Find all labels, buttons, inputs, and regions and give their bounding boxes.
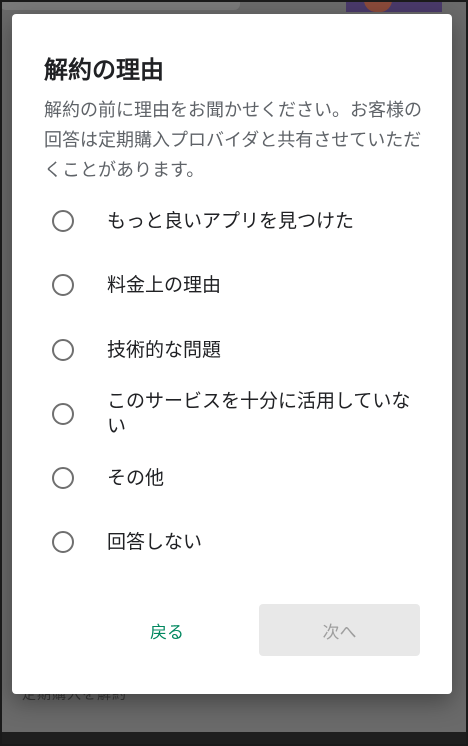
reason-option-label: 料金上の理由 <box>107 273 222 296</box>
radio-button-icon[interactable] <box>52 403 74 425</box>
reason-option-label: その他 <box>107 466 165 489</box>
cancellation-reason-dialog: 解約の理由 解約の前に理由をお聞かせください。お客様の回答は定期購入プロバイダと… <box>12 14 452 694</box>
navigation-bar <box>0 732 468 746</box>
radio-button-icon[interactable] <box>52 339 74 361</box>
radio-button-icon[interactable] <box>52 210 74 232</box>
background-card <box>0 0 240 10</box>
background-app-thumbnail <box>346 0 442 12</box>
reason-option-label: このサービスを十分に活用していない <box>107 390 411 437</box>
radio-button-icon[interactable] <box>52 531 74 553</box>
reason-option-label: 回答しない <box>107 530 203 553</box>
radio-button-icon[interactable] <box>52 274 74 296</box>
radio-button-icon[interactable] <box>52 467 74 489</box>
back-button[interactable]: 戻る <box>122 606 212 654</box>
next-button[interactable]: 次へ <box>259 604 420 656</box>
reason-option-label: 技術的な問題 <box>107 338 222 361</box>
reason-option-label: もっと良いアプリを見つけた <box>107 209 355 232</box>
dialog-description: 解約の前に理由をお聞かせください。お客様の回答は定期購入プロバイダと共有させてい… <box>44 100 422 181</box>
dialog-title: 解約の理由 <box>44 56 164 84</box>
